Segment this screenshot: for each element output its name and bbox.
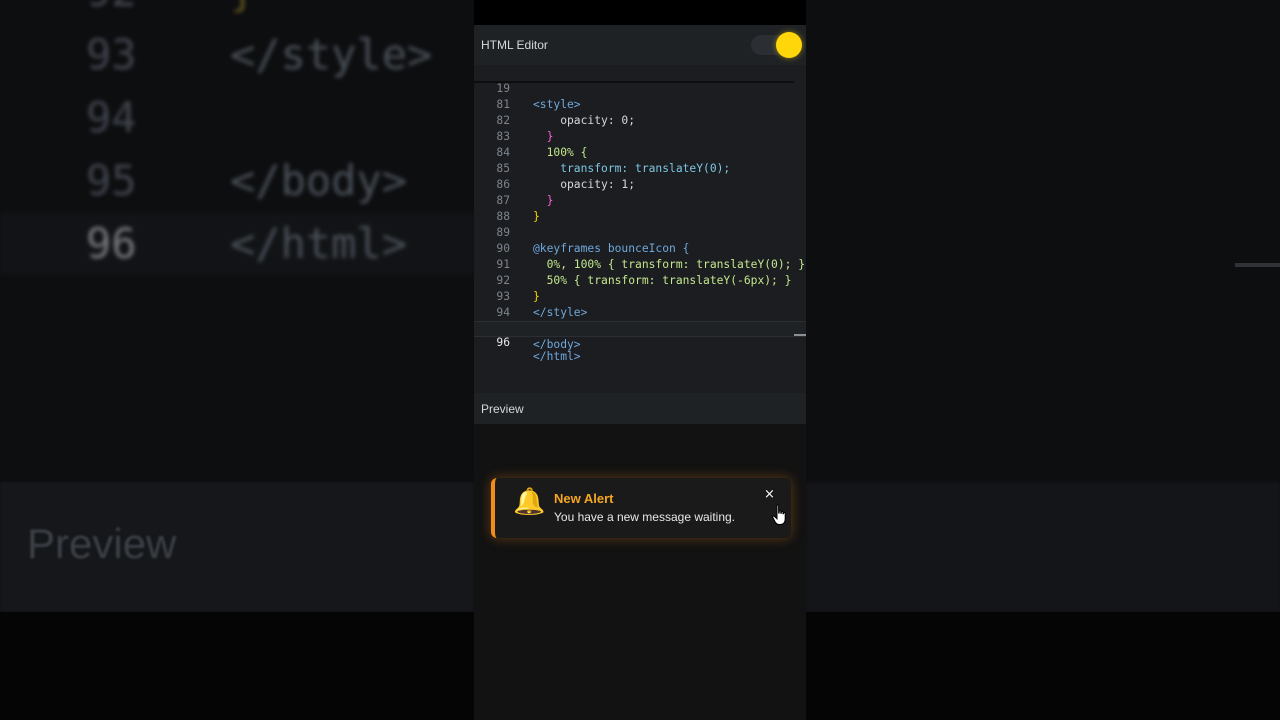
alert-message: You have a new message waiting. <box>554 510 736 524</box>
bg-line: 95 </body> <box>86 156 408 205</box>
horizontal-scroll-indicator[interactable] <box>794 334 806 336</box>
preview-header: Preview <box>474 393 806 424</box>
bg-scroll-indicator <box>1235 263 1280 267</box>
bg-line: 94 <box>86 93 137 142</box>
blurred-code: 92 } 93 </style> 94 95 </body> 96 </html… <box>0 0 474 275</box>
bg-line: 93 </style> <box>86 30 433 79</box>
code-line: 91 50% { transform: translateY(-6px); } <box>496 258 792 287</box>
close-button[interactable]: × <box>764 487 775 502</box>
theme-toggle[interactable] <box>751 32 802 58</box>
code-line: 94 <box>496 306 510 319</box>
code-line-active: 96 </html> <box>474 321 806 363</box>
preview-title: Preview <box>481 402 524 416</box>
code-line: 84 transform: translateY(0); <box>496 146 731 175</box>
code-line: 93 </style> <box>496 290 588 319</box>
code-editor[interactable]: 19 <style> 81 opacity: 0; 82 } 83 100% {… <box>474 65 806 393</box>
editor-title: HTML Editor <box>481 38 548 52</box>
bg-preview-label: Preview <box>27 520 177 567</box>
code-line: 85 opacity: 1; <box>496 162 636 191</box>
code-line: 90 0%, 100% { transform: translateY(0); … <box>496 242 806 271</box>
code-line: 88 <box>496 210 510 223</box>
code-line-sticky: 19 <style> <box>496 82 581 111</box>
status-strip <box>474 0 806 25</box>
code-line: 95 </body> <box>496 322 581 351</box>
code-line: 86 } <box>496 178 554 207</box>
code-line: 87 } <box>496 194 540 223</box>
toggle-knob <box>776 32 802 58</box>
code-line: 83 100% { <box>496 130 588 159</box>
code-line: 82 } <box>496 114 554 143</box>
alert-toast: 🔔 New Alert You have a new message waiti… <box>491 478 791 538</box>
code-line: 92 } <box>496 274 540 303</box>
hand-cursor-icon <box>772 504 786 525</box>
bg-line: 92 } <box>0 0 474 23</box>
code-line: 81 opacity: 0; <box>496 98 636 127</box>
bg-right-bar <box>806 482 1280 612</box>
phone-frame: HTML Editor 19 <style> 81 opacity: 0; 82… <box>474 0 806 720</box>
bg-line: 96 </html> <box>0 212 474 275</box>
code-line: 89 @keyframes bounceIcon { <box>496 226 690 255</box>
alert-title: New Alert <box>554 491 614 506</box>
bell-icon: 🔔 <box>513 487 546 517</box>
